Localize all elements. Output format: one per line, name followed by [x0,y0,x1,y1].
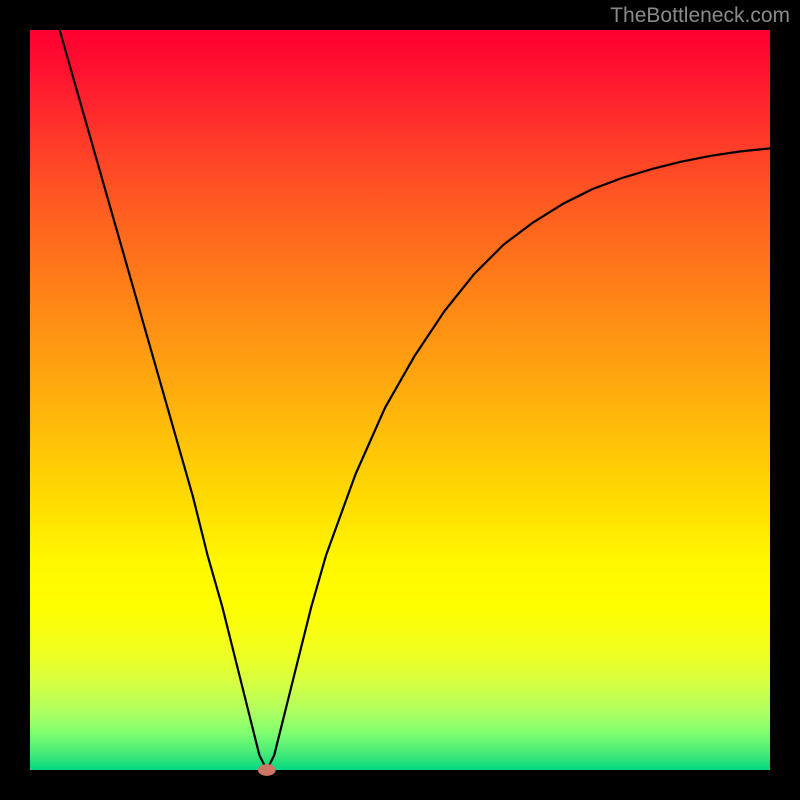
bottleneck-curve [60,30,770,770]
watermark-text: TheBottleneck.com [610,4,790,28]
minimum-marker [258,764,276,776]
chart-frame: TheBottleneck.com [0,0,800,800]
curve-layer [30,30,770,770]
plot-area [30,30,770,770]
